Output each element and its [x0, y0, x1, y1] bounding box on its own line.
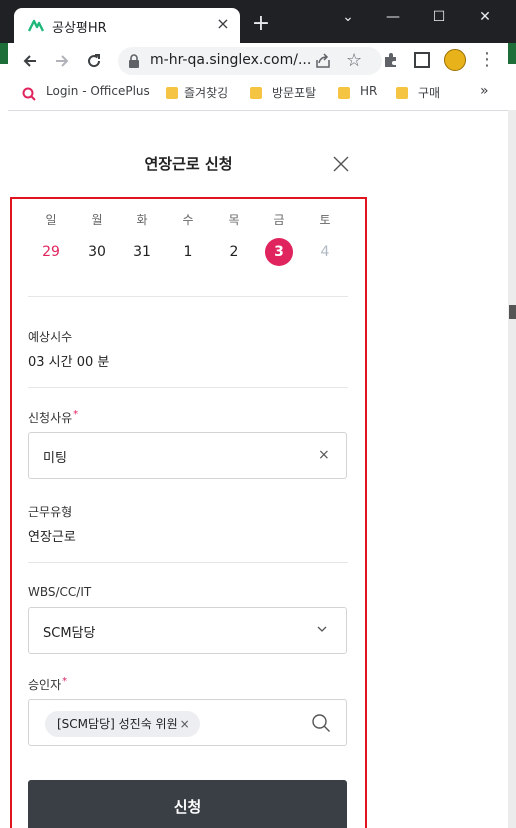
approver-chip[interactable]: [SCM담당] 성진숙 위원 ×: [45, 711, 200, 737]
expected-hours-label: 예상시수: [28, 330, 73, 344]
tab-search-button[interactable]: ⌄: [333, 6, 363, 28]
weekday-sat: 토: [319, 213, 331, 227]
forward-arrow-icon[interactable]: [50, 49, 74, 73]
background-window-edge: [508, 110, 516, 828]
calendar-day[interactable]: 2: [220, 238, 248, 266]
new-tab-button[interactable]: +: [250, 13, 272, 36]
browser-toolbar: m-hr-qa.singlex.com/... ☆ ⋮: [8, 43, 508, 79]
reason-label: 신청사유*: [28, 409, 78, 426]
calendar-day[interactable]: 29: [37, 238, 65, 266]
approver-label-text: 승인자: [28, 678, 62, 692]
folder-icon: [396, 87, 408, 99]
weekday-fri: 금: [273, 213, 285, 227]
lock-icon[interactable]: [128, 54, 140, 68]
close-icon[interactable]: [332, 155, 350, 173]
wbs-select-value[interactable]: SCM담당: [43, 622, 95, 641]
reason-label-text: 신청사유: [28, 411, 73, 425]
required-mark: *: [73, 409, 79, 420]
wbs-select[interactable]: SCM담당: [28, 607, 347, 654]
calendar-day[interactable]: 1: [174, 238, 202, 266]
side-panel-icon[interactable]: [414, 52, 430, 68]
address-bar[interactable]: m-hr-qa.singlex.com/... ☆: [118, 47, 382, 75]
kebab-menu-icon[interactable]: ⋮: [478, 48, 496, 72]
weekday-thu: 목: [228, 213, 240, 227]
background-window-mark: [509, 305, 516, 319]
bookmark-folder-visit-portal[interactable]: 방문포탈: [272, 84, 316, 101]
back-arrow-icon[interactable]: [18, 49, 42, 73]
calendar-day[interactable]: 31: [128, 238, 156, 266]
expected-hours-value: 03 시간 00 분: [28, 355, 110, 370]
app-logo-icon: [28, 19, 44, 32]
required-mark: *: [62, 676, 68, 687]
wbs-label: WBS/CC/IT: [28, 585, 92, 599]
bookmark-folder-favorites[interactable]: 즐겨찾깅: [184, 84, 228, 101]
window-close-button[interactable]: ✕: [470, 6, 500, 28]
weekday-tue: 화: [136, 213, 148, 227]
chevron-down-icon[interactable]: [317, 626, 327, 632]
weekday-mon: 월: [91, 213, 103, 227]
tab-strip: 공상평HR × + ⌄ — ☐ ✕: [0, 0, 516, 43]
browser-tab[interactable]: 공상평HR ×: [14, 8, 240, 43]
tab-title: 공상평HR: [52, 21, 107, 36]
folder-icon: [250, 87, 262, 99]
url-text[interactable]: m-hr-qa.singlex.com/...: [150, 52, 311, 68]
bookmarks-bar: Login - OfficePlus 즐겨찾깅 방문포탈 HR 구매 »: [8, 79, 508, 109]
bookmark-folder-purchase[interactable]: 구매: [418, 84, 440, 101]
bookmark-folder-hr[interactable]: HR: [360, 84, 377, 98]
search-icon[interactable]: [311, 713, 331, 733]
bookmark-star-icon[interactable]: ☆: [346, 50, 362, 71]
clear-icon[interactable]: ×: [318, 447, 330, 463]
minimize-button[interactable]: —: [378, 6, 408, 28]
folder-icon: [166, 87, 178, 99]
extensions-puzzle-icon[interactable]: [382, 51, 400, 69]
tab-close-button[interactable]: ×: [214, 15, 232, 33]
calendar-day[interactable]: 4: [311, 238, 339, 266]
chip-remove-icon[interactable]: ×: [180, 717, 190, 731]
calendar-day[interactable]: 30: [83, 238, 111, 266]
work-type-value: 연장근로: [28, 530, 76, 545]
submit-button[interactable]: 신청: [28, 780, 347, 828]
share-icon[interactable]: [314, 52, 332, 70]
approver-input[interactable]: [SCM담당] 성진숙 위원 ×: [28, 699, 347, 746]
modal-title: 연장근로 신청: [144, 155, 233, 173]
divider: [28, 387, 348, 388]
divider: [28, 296, 348, 297]
page-viewport: 연장근로 신청 일 월 화 수 목 금 토 29 30 31 1 2 3 4 예…: [8, 110, 508, 828]
officeplus-icon: [22, 87, 36, 101]
approver-label: 승인자*: [28, 676, 67, 693]
approver-chip-label: [SCM담당] 성진숙 위원: [57, 717, 178, 731]
reason-input[interactable]: 미팅 ×: [28, 432, 347, 479]
divider: [28, 562, 348, 563]
maximize-button[interactable]: ☐: [424, 6, 454, 28]
reload-icon[interactable]: [82, 49, 106, 73]
bookmarks-more-button[interactable]: »: [480, 83, 489, 99]
profile-avatar[interactable]: [444, 49, 466, 71]
bookmark-officeplus[interactable]: Login - OfficePlus: [46, 84, 150, 98]
reason-input-value[interactable]: 미팅: [43, 447, 67, 466]
weekday-wed: 수: [182, 213, 194, 227]
calendar-day-selected[interactable]: 3: [265, 238, 293, 266]
work-type-label: 근무유형: [28, 505, 73, 519]
weekday-sun: 일: [45, 213, 57, 227]
folder-icon: [338, 87, 350, 99]
